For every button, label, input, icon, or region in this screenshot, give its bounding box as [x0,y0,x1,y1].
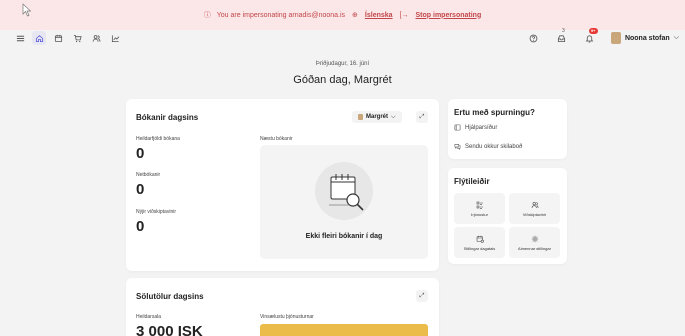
impersonation-banner: ⓘ You are impersonating arnadis@noona.is… [0,0,685,30]
shortcut-calendar-settings-label: Stillingar dagatals [463,245,496,251]
notification-badge: 9+ [588,28,598,34]
shortcut-general-settings-label: Almennar stillingar [518,245,551,251]
users-icon[interactable] [89,31,103,45]
total-bookings-label: Heildarfjöldi bókana [136,136,180,142]
users-icon [531,201,538,208]
user-name: Noona stofan [624,34,670,42]
impersonation-message: You are impersonating arnadis@noona.is [216,11,346,19]
send-message-label: Sendu okkur skilaboð [465,143,523,150]
globe-icon: ⊕ [352,12,358,19]
inbox-count: 3 [561,28,565,34]
top-navigation: 3 9+ Noona stofan ⌵ [0,28,685,47]
new-customers-value: 0 [136,218,145,235]
expand-icon[interactable]: ⤢ [416,290,428,302]
online-bookings-value: 0 [136,181,145,198]
calendar-search-icon [329,174,364,211]
home-icon[interactable] [32,31,46,45]
inbox-icon[interactable]: 3 [555,28,569,45]
new-customers-label: Nýjir viðskiptavinir [136,209,177,215]
empty-calendar-illustration [315,162,373,220]
sales-card: Sölutölur dagsins ⤢ Heildarsala 3 000 IS… [126,278,439,336]
popular-services-label: Vinsælustu þjónusturnar [260,314,314,320]
staff-select[interactable]: Margrét ⌵ [352,111,402,123]
calendar-settings-icon [476,235,484,243]
book-icon [454,124,461,131]
stop-impersonating-link[interactable]: Stop impersonating [416,12,482,19]
shortcut-calendar-settings[interactable]: Stillingar dagatals [454,227,505,258]
gear-icon [531,235,538,242]
staff-name: Margrét [366,114,389,120]
popular-service-bar [260,324,428,336]
bell-icon[interactable]: 9+ [583,28,598,45]
chevron-down-icon: ⌵ [673,34,679,41]
chart-icon[interactable] [108,31,122,45]
mouse-cursor-icon [22,3,32,17]
sales-title: Sölutölur dagsins [136,292,204,301]
send-message-link[interactable]: Sendu okkur skilaboð [454,143,522,150]
online-bookings-label: Netbókanir [136,172,161,178]
shortcut-customers-label: Viðskiptavinir [522,211,547,217]
warning-icon: ⓘ [203,12,211,19]
questions-title: Ertu með spurningu? [454,108,535,117]
empty-bookings-panel: Ekki fleiri bókanir í dag [260,145,428,259]
questions-card: Ertu með spurningu? Hjálparsíður Sendu o… [448,99,567,159]
upcoming-bookings-label: Næstu bókanir [260,136,293,142]
staff-avatar [358,114,363,120]
total-bookings-value: 0 [136,145,145,162]
user-menu[interactable]: Noona stofan ⌵ [610,32,679,44]
cart-icon[interactable] [70,31,84,45]
shortcut-general-settings[interactable]: Almennar stillingar [509,227,560,258]
calendar-icon[interactable] [51,31,65,45]
chat-icon [454,144,461,150]
total-sales-label: Heildarsala [136,314,162,320]
empty-bookings-text: Ekki fleiri bókanir í dag [305,233,383,240]
help-pages-label: Hjálparsíður [465,124,498,131]
expand-icon[interactable]: ⤢ [416,111,428,123]
list-icon [476,201,483,209]
help-icon[interactable] [527,31,541,45]
bookings-card: Bókanir dagsins Margrét ⌵ ⤢ Heildarfjöld… [126,99,439,271]
bookings-title: Bókanir dagsins [136,113,199,122]
menu-icon[interactable] [13,31,27,45]
shortcut-services-label: Þjónustur [471,211,488,217]
exit-icon: [→ [399,11,409,19]
chevron-down-icon: ⌵ [391,113,396,120]
shortcut-services[interactable]: Þjónustur [454,193,505,224]
avatar [610,32,621,44]
greeting-title: Góðan dag, Margrét [293,74,392,86]
shortcuts-title: Flýtileiðir [454,177,490,186]
current-date: Þriðjudagur, 16. júní [315,61,370,67]
language-link[interactable]: Íslenska [365,12,393,19]
total-sales-value: 3 000 ISK [136,323,203,336]
shortcuts-card: Flýtileiðir Þjónustur Viðskiptavinir Sti… [448,168,567,264]
help-pages-link[interactable]: Hjálparsíður [454,124,497,131]
shortcut-customers[interactable]: Viðskiptavinir [509,193,560,224]
